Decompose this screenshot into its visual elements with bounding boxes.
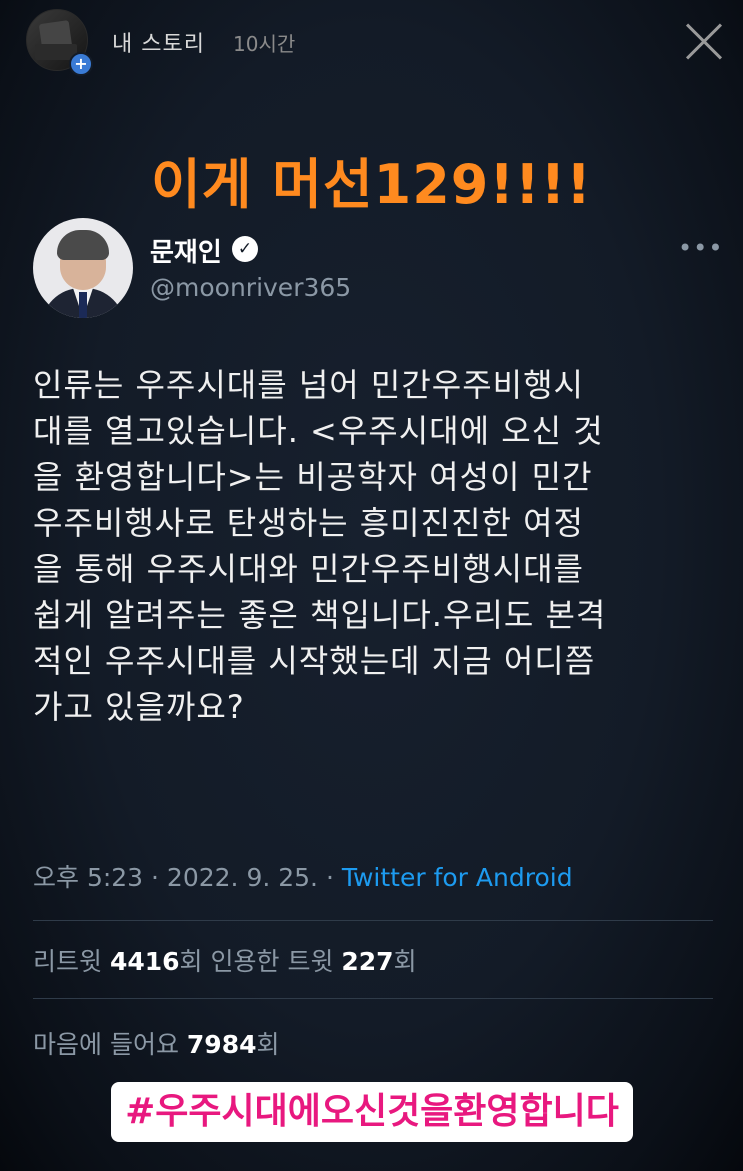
retweets-count: 4416: [109, 947, 180, 976]
story-owner-label: 내 스토리: [112, 32, 205, 57]
avatar-hair: [57, 230, 109, 260]
quote-tweets-unit: 회: [393, 947, 417, 976]
tweet-source-link[interactable]: Twitter for Android: [342, 863, 573, 892]
likes-unit: 회: [256, 1030, 280, 1059]
retweet-stats[interactable]: 리트윗 4416회 인용한 트윗 227회: [33, 942, 417, 978]
more-options-icon[interactable]: •••: [678, 234, 723, 262]
add-story-plus-icon[interactable]: +: [69, 52, 93, 76]
verified-badge-icon: ✓: [232, 236, 258, 262]
likes-stats[interactable]: 마음에 들어요 7984회: [33, 1025, 280, 1061]
tweet-text-line: 인류는 우주시대를 넘어 민간우주비행시: [33, 366, 584, 404]
tweet-metadata: 오후 5:23 · 2022. 9. 25. · Twitter for And…: [33, 858, 573, 894]
story-header: + 내 스토리 10시간: [0, 0, 743, 80]
tweet-text-line: 우주비행사로 탄생하는 흥미진진한 여정: [33, 504, 584, 542]
story-view: + 내 스토리 10시간 이게 머선129!!!! 문재인 ✓ @moonriv…: [0, 0, 743, 1171]
tweet-author-avatar[interactable]: [33, 218, 133, 318]
divider: [33, 998, 713, 999]
tweet-author-handle[interactable]: @moonriver365: [150, 273, 351, 302]
avatar-tie: [79, 292, 87, 318]
quote-tweets-count: 227: [341, 947, 394, 976]
tweet-text-line: 을 통해 우주시대와 민간우주비행시대를: [33, 550, 584, 588]
close-icon[interactable]: [682, 20, 726, 64]
tweet-body-text: 인류는 우주시대를 넘어 민간우주비행시 대를 열고있습니다. <우주시대에 오…: [33, 362, 713, 730]
tweet-text-line: 대를 열고있습니다. <우주시대에 오신 것: [33, 412, 604, 450]
hashtag-sticker[interactable]: #우주시대에오신것을환영합니다: [111, 1082, 633, 1142]
tweet-text-line: 가고 있을까요?: [33, 688, 245, 726]
tweet-timestamp: 오후 5:23 · 2022. 9. 25. ·: [33, 863, 342, 892]
tweet-author-name[interactable]: 문재인: [150, 232, 222, 269]
retweets-label: 리트윗: [33, 947, 110, 976]
likes-label: 마음에 들어요: [33, 1030, 187, 1059]
tweet-text-line: 을 환영합니다>는 비공학자 여성이 민간: [33, 458, 593, 496]
divider: [33, 920, 713, 921]
story-headline-text: 이게 머선129!!!!: [151, 153, 592, 216]
story-time-ago: 10시간: [233, 32, 296, 56]
likes-count: 7984: [186, 1030, 257, 1059]
tweet-text-line: 쉽게 알려주는 좋은 책입니다.우리도 본격: [33, 596, 607, 634]
tweet-text-line: 적인 우주시대를 시작했는데 지금 어디쯤: [33, 642, 596, 680]
retweets-unit: 회 인용한 트윗: [179, 947, 342, 976]
